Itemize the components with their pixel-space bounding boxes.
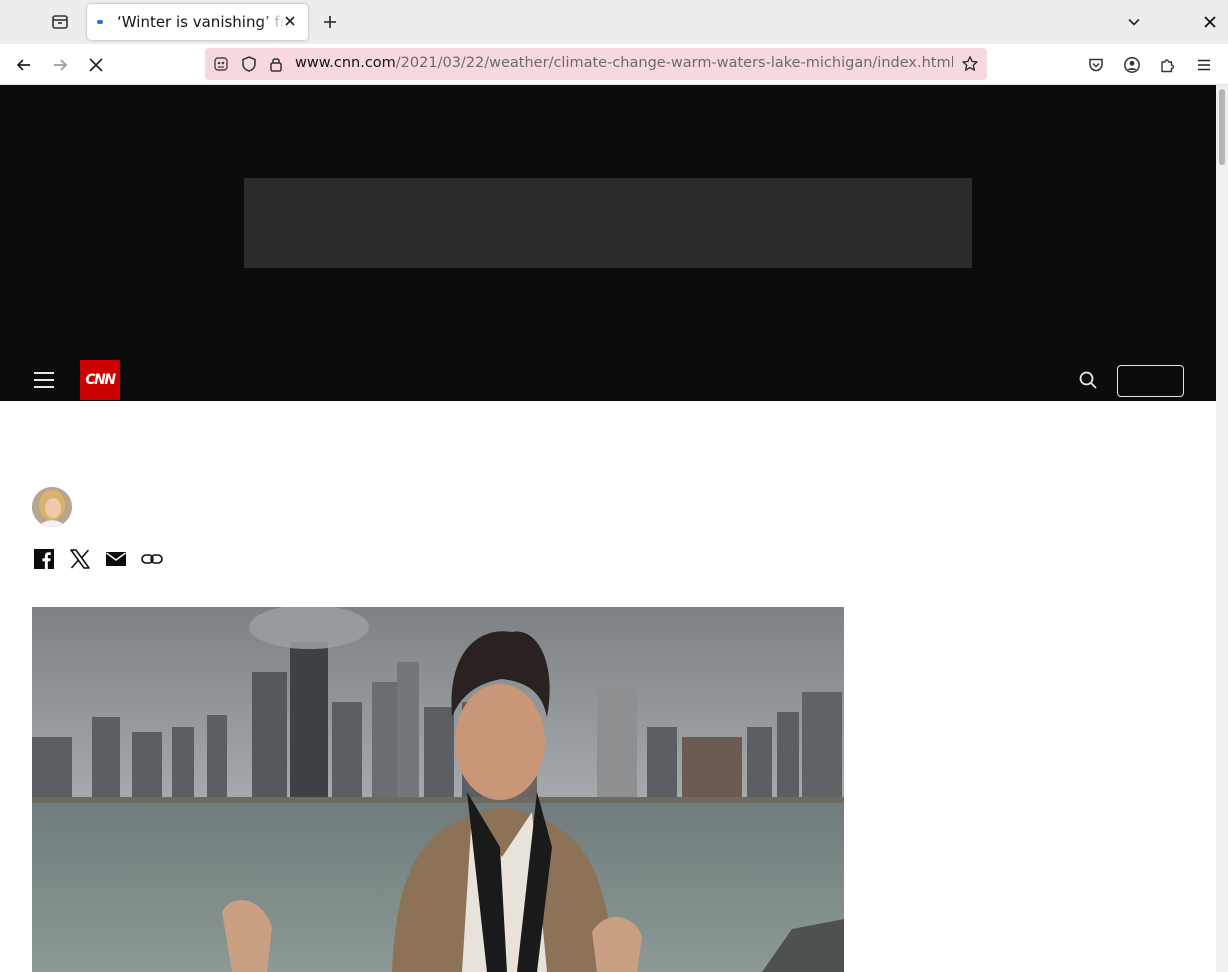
- copy-link-button[interactable]: [141, 548, 163, 570]
- pocket-icon: [1089, 58, 1103, 72]
- hamburger-menu-icon: [1198, 59, 1210, 71]
- hamburger-menu-icon: [34, 372, 54, 374]
- url-text[interactable]: www.cnn.com/2021/03/22/weather/climate-c…: [295, 55, 953, 71]
- facebook-share-button[interactable]: [33, 548, 55, 570]
- tab-title: ‘Winter is vanishing’ from Lake Michigan: [117, 13, 285, 31]
- pocket-button[interactable]: [1083, 52, 1109, 78]
- plus-icon: [324, 16, 336, 28]
- chevron-down-icon: [1128, 18, 1140, 26]
- shield-icon[interactable]: [240, 55, 258, 73]
- extensions-button[interactable]: [1155, 52, 1181, 78]
- active-tab[interactable]: ‘Winter is vanishing’ from Lake Michigan: [87, 4, 308, 40]
- lock-icon[interactable]: [267, 55, 285, 73]
- close-icon: [1204, 16, 1216, 28]
- facebook-icon: [34, 549, 54, 569]
- navigation-toolbar: www.cnn.com/2021/03/22/weather/climate-c…: [0, 44, 1228, 85]
- list-all-tabs-button[interactable]: [1122, 10, 1146, 34]
- address-bar[interactable]: www.cnn.com/2021/03/22/weather/climate-c…: [205, 48, 987, 80]
- close-icon: [285, 16, 295, 26]
- close-icon: [89, 58, 103, 72]
- tab-bar: ‘Winter is vanishing’ from Lake Michigan: [0, 0, 1228, 44]
- tab-close-button[interactable]: [282, 13, 298, 29]
- privacy-mask-icon: [212, 55, 230, 73]
- window-close-button[interactable]: [1198, 10, 1222, 34]
- scrollbar-thumb[interactable]: [1219, 89, 1225, 165]
- ad-banner-zone: [0, 85, 1216, 360]
- arrow-left-icon: [16, 59, 30, 71]
- search-icon: [1079, 371, 1097, 389]
- cnn-logo[interactable]: CNN: [80, 360, 120, 400]
- arrow-right-icon: [54, 59, 68, 71]
- site-search-button[interactable]: [1076, 368, 1100, 392]
- app-menu-button[interactable]: [1191, 52, 1217, 78]
- forward-button[interactable]: [47, 52, 73, 78]
- x-icon: [70, 549, 90, 569]
- ad-placeholder: [244, 178, 972, 268]
- author-avatar[interactable]: [32, 487, 72, 527]
- account-icon: [1124, 57, 1140, 73]
- favicon-icon: [97, 20, 103, 24]
- email-share-button[interactable]: [105, 548, 127, 570]
- new-tab-button[interactable]: [318, 10, 342, 34]
- page-scrollbar[interactable]: [1216, 85, 1228, 972]
- web-page: CNN: [0, 85, 1216, 972]
- stop-button[interactable]: [83, 52, 109, 78]
- x-share-button[interactable]: [69, 548, 91, 570]
- bookmark-star-icon[interactable]: [961, 55, 979, 73]
- tab-list-button[interactable]: [48, 10, 72, 34]
- video-player[interactable]: [32, 607, 844, 972]
- link-icon: [141, 554, 163, 564]
- site-menu-button[interactable]: [34, 370, 54, 390]
- tab-list-icon: [52, 15, 68, 29]
- cnn-site-header: CNN: [0, 360, 1216, 401]
- account-button[interactable]: [1119, 52, 1145, 78]
- sign-in-button[interactable]: [1117, 365, 1184, 397]
- back-button[interactable]: [11, 52, 37, 78]
- video-thumbnail: [32, 607, 844, 972]
- puzzle-icon: [1161, 59, 1175, 73]
- email-icon: [106, 552, 126, 566]
